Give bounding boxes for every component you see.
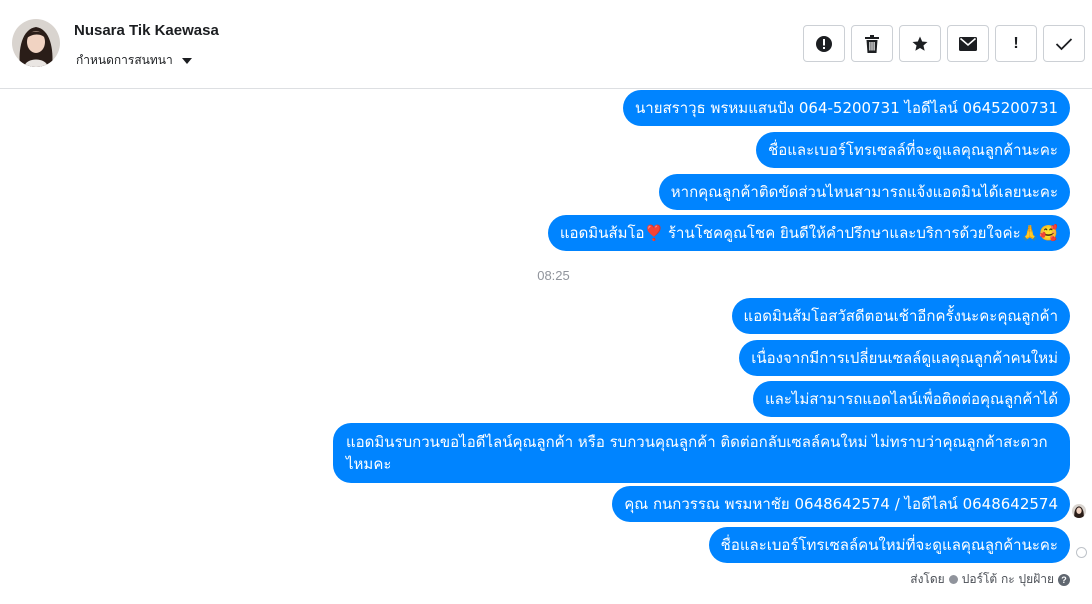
message-row: และไม่สามารถแอดไลน์เพื่อติดต่อคุณลูกค้าไ… — [752, 381, 1070, 417]
sender-name[interactable]: ปอร์โต้ กะ ปุยฝ้าย — [962, 570, 1054, 589]
conversation-toolbar: ! — [803, 25, 1085, 62]
help-icon[interactable]: ? — [1058, 573, 1070, 586]
message-row: แอดมินส้มโอ❣️ ร้านโชคคูณโชค ยินดีให้คำปร… — [547, 215, 1070, 251]
trash-icon — [864, 34, 880, 53]
message-bubble[interactable]: ชื่อและเบอร์โทรเซลล์ที่จะดูแลคุณลูกค้านะ… — [756, 132, 1070, 168]
mark-spam-button[interactable] — [803, 25, 845, 62]
message-row: แอดมินส้มโอสวัสดีตอนเช้าอีกครั้งนะคะคุณล… — [731, 298, 1070, 334]
message-row: นายสราวุธ พรหมแสนปัง 064-5200731 ไอดีไลน… — [623, 90, 1070, 126]
message-bubble[interactable]: แอดมินส้มโอสวัสดีตอนเช้าอีกครั้งนะคะคุณล… — [731, 298, 1070, 334]
star-button[interactable] — [899, 25, 941, 62]
message-bubble[interactable]: แอดมินรบกวนขอไอดีไลน์คุณลูกค้า หรือ รบกว… — [333, 423, 1070, 483]
sent-by-label: ส่งโดย — [910, 572, 945, 586]
sent-status-icon — [1076, 547, 1087, 558]
message-bubble[interactable]: เนื่องจากมีการเปลี่ยนเซลล์ดูแลคุณลูกค้าค… — [739, 340, 1070, 376]
alert-circle-icon — [815, 35, 833, 53]
mail-icon — [959, 36, 977, 51]
seen-avatar — [1072, 504, 1086, 518]
assign-label: กำหนดการสนทนา — [76, 53, 173, 67]
message-row: ชื่อและเบอร์โทรเซลล์คนใหม่ที่จะดูแลคุณลู… — [708, 527, 1070, 563]
conversation-header: Nusara Tik Kaewasa กำหนดการสนทนา ! — [0, 0, 1092, 89]
mark-done-button[interactable] — [1043, 25, 1085, 62]
message-bubble[interactable]: นายสราวุธ พรหมแสนปัง 064-5200731 ไอดีไลน… — [623, 90, 1070, 126]
star-icon — [911, 35, 929, 53]
follow-up-button[interactable]: ! — [995, 25, 1037, 62]
message-bubble[interactable]: แอดมินส้มโอ❣️ ร้านโชคคูณโชค ยินดีให้คำปร… — [547, 215, 1070, 251]
delete-button[interactable] — [851, 25, 893, 62]
message-row: คุณ กนกวรรณ พรมหาชัย 0648642574 / ไอดีไล… — [612, 486, 1070, 522]
message-bubble[interactable]: และไม่สามารถแอดไลน์เพื่อติดต่อคุณลูกค้าไ… — [752, 381, 1070, 417]
assign-conversation-dropdown[interactable]: กำหนดการสนทนา — [76, 51, 192, 70]
message-row: แอดมินรบกวนขอไอดีไลน์คุณลูกค้า หรือ รบกว… — [333, 423, 1070, 483]
exclamation-icon: ! — [1013, 34, 1019, 52]
message-thread[interactable]: นายสราวุธ พรหมแสนปัง 064-5200731 ไอดีไลน… — [0, 90, 1092, 604]
chevron-down-icon — [181, 57, 192, 64]
message-bubble[interactable]: ชื่อและเบอร์โทรเซลล์คนใหม่ที่จะดูแลคุณลู… — [708, 527, 1070, 563]
check-icon — [1055, 37, 1073, 51]
message-row: หากคุณลูกค้าติดขัดส่วนไหนสามารถแจ้งแอดมิ… — [658, 174, 1070, 210]
message-row: ชื่อและเบอร์โทรเซลล์ที่จะดูแลคุณลูกค้านะ… — [756, 132, 1070, 168]
contact-name[interactable]: Nusara Tik Kaewasa — [74, 22, 219, 39]
message-bubble[interactable]: คุณ กนกวรรณ พรมหาชัย 0648642574 / ไอดีไล… — [612, 486, 1070, 522]
sent-by-footer: ส่งโดย ปอร์โต้ กะ ปุยฝ้าย ? — [910, 570, 1070, 589]
message-bubble[interactable]: หากคุณลูกค้าติดขัดส่วนไหนสามารถแจ้งแอดมิ… — [658, 174, 1070, 210]
page-dot-icon — [948, 575, 958, 584]
message-row: เนื่องจากมีการเปลี่ยนเซลล์ดูแลคุณลูกค้าค… — [739, 340, 1070, 376]
message-timestamp: 08:25 — [537, 268, 570, 283]
mark-unread-button[interactable] — [947, 25, 989, 62]
contact-avatar[interactable] — [12, 19, 60, 67]
